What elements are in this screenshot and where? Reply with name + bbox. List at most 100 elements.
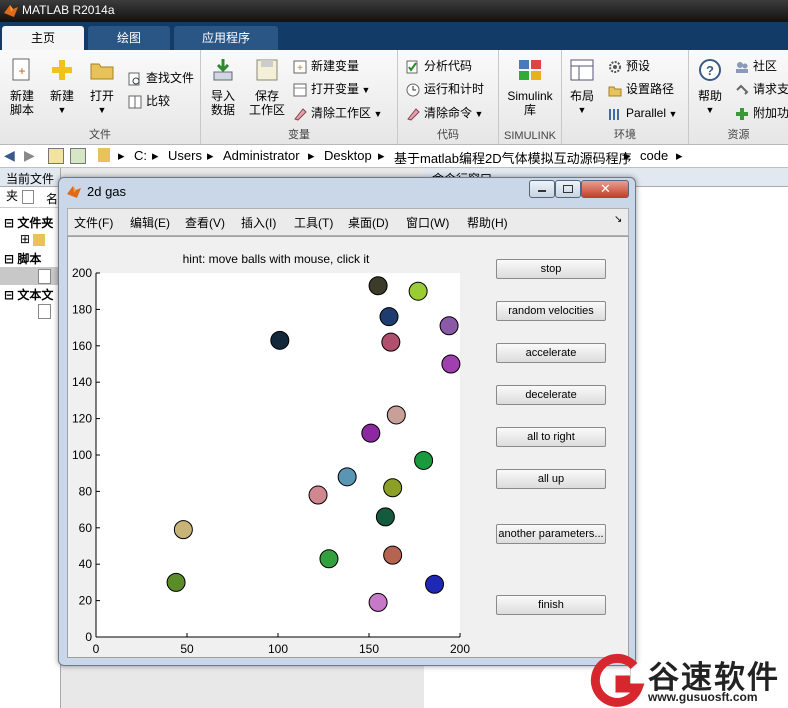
menu-edit[interactable]: 编辑(E) <box>130 214 170 231</box>
community-button[interactable]: 社区 <box>735 57 777 75</box>
menu-help[interactable]: 帮助(H) <box>467 214 508 231</box>
random-velocities-button[interactable]: random velocities <box>496 301 606 321</box>
dock-arrow-icon[interactable]: ↘ <box>614 214 622 225</box>
menu-view[interactable]: 查看(V) <box>185 214 225 231</box>
layout-icon <box>570 59 594 81</box>
simulink-library-button[interactable]: Simulink 库 <box>503 58 557 117</box>
ball-point[interactable] <box>361 423 381 443</box>
accelerate-button[interactable]: accelerate <box>496 343 606 363</box>
breadcrumb-desktop[interactable]: Desktop <box>324 148 372 163</box>
ball-point[interactable] <box>383 478 403 498</box>
analyze-code-button[interactable]: 分析代码 <box>406 57 472 75</box>
open-button[interactable]: 打开 ▼ <box>84 58 120 117</box>
preferences-button[interactable]: 预设 <box>608 57 650 75</box>
path-bar: ◀ ▶ ▸ C: ▸ Users ▸ Administrator ▸ Deskt… <box>0 145 788 168</box>
text-files-section[interactable]: ⊟ 文本文 <box>4 286 53 303</box>
menu-window[interactable]: 窗口(W) <box>406 214 449 231</box>
ball-point[interactable] <box>166 572 186 592</box>
parallel-button[interactable]: Parallel ▼ <box>608 104 677 122</box>
clear-workspace-button[interactable]: 清除工作区 ▼ <box>293 104 382 122</box>
ball-point[interactable] <box>386 405 406 425</box>
browse-folder-icon[interactable] <box>70 148 86 164</box>
open-dropdown-icon[interactable]: ▼ <box>84 103 120 117</box>
all-to-right-button[interactable]: all to right <box>496 427 606 447</box>
minimize-button[interactable] <box>529 180 555 198</box>
request-support-button[interactable]: 请求支 <box>735 80 788 98</box>
plot-title: hint: move balls with mouse, click it <box>183 252 370 266</box>
folders-section[interactable]: ⊟ 文件夹 <box>4 214 53 231</box>
scatter-plot[interactable]: hint: move balls with mouse, click it 0 5… <box>68 237 488 657</box>
ball-point[interactable] <box>408 281 428 301</box>
x-tick-label: 100 <box>268 642 288 656</box>
scripts-section[interactable]: ⊟ 脚本 <box>4 250 41 267</box>
ball-point[interactable] <box>379 307 399 327</box>
breadcrumb-c[interactable]: C: <box>134 148 147 163</box>
open-variable-dropdown-icon[interactable]: ▼ <box>359 85 371 95</box>
set-path-button[interactable]: 设置路径 <box>608 80 674 98</box>
ball-point[interactable] <box>368 276 388 296</box>
all-up-button[interactable]: all up <box>496 469 606 489</box>
finish-button[interactable]: finish <box>496 595 606 615</box>
matlab-logo-icon <box>67 186 81 198</box>
run-and-time-button[interactable]: 运行和计时 <box>406 80 484 98</box>
save-workspace-button[interactable]: 保存 工作区 <box>247 58 287 117</box>
ball-point[interactable] <box>439 316 459 336</box>
ball-point[interactable] <box>308 485 328 505</box>
menu-file[interactable]: 文件(F) <box>74 214 113 231</box>
layout-button[interactable]: 布局 ▼ <box>564 58 600 117</box>
compare-button[interactable]: 比较 <box>128 92 170 110</box>
ball-point[interactable] <box>425 574 445 594</box>
import-icon <box>213 59 233 81</box>
import-data-button[interactable]: 导入 数据 <box>205 58 241 117</box>
import-data-label: 导入 数据 <box>210 89 235 117</box>
folder-item[interactable]: ⊞ <box>20 232 46 246</box>
script-item-selected[interactable] <box>0 267 60 285</box>
new-dropdown-icon[interactable]: ▼ <box>44 103 80 117</box>
maximize-button[interactable] <box>555 180 581 198</box>
back-icon[interactable]: ◀ <box>4 147 15 164</box>
clear-commands-dropdown-icon[interactable]: ▼ <box>472 109 484 119</box>
ball-point[interactable] <box>337 467 357 487</box>
close-button[interactable]: ✕ <box>581 180 629 198</box>
ball-point[interactable] <box>414 450 434 470</box>
breadcrumb-administrator[interactable]: Administrator <box>223 148 300 163</box>
addons-button[interactable]: 附加功 <box>735 104 788 122</box>
help-dropdown-icon[interactable]: ▼ <box>693 103 727 117</box>
ball-point[interactable] <box>173 520 193 540</box>
another-parameters-button[interactable]: another parameters... <box>496 524 606 544</box>
ball-point[interactable] <box>319 549 339 569</box>
clear-commands-button[interactable]: 清除命令 ▼ <box>406 104 483 122</box>
forward-icon[interactable]: ▶ <box>24 147 35 164</box>
breadcrumb-code[interactable]: code <box>640 148 668 163</box>
tab-apps[interactable]: 应用程序 <box>174 26 278 50</box>
help-button[interactable]: ? 帮助 ▼ <box>693 58 727 117</box>
menu-tools[interactable]: 工具(T) <box>294 214 333 231</box>
tab-home[interactable]: 主页 <box>2 26 84 50</box>
breadcrumb-project[interactable]: 基于matlab编程2D气体模拟互动源码程序 <box>394 148 632 167</box>
new-button[interactable]: 新建 ▼ <box>44 58 80 117</box>
text-file-icon[interactable] <box>38 304 51 319</box>
ball-point[interactable] <box>381 332 401 352</box>
new-variable-button[interactable]: + 新建变量 <box>293 57 359 75</box>
menu-insert[interactable]: 插入(I) <box>241 214 276 231</box>
find-files-button[interactable]: 查找文件 <box>128 69 194 87</box>
ball-point[interactable] <box>383 545 403 565</box>
ball-point[interactable] <box>441 354 461 374</box>
open-variable-button[interactable]: 打开变量 ▼ <box>293 80 370 98</box>
breadcrumb-users[interactable]: Users <box>168 148 202 163</box>
layout-dropdown-icon[interactable]: ▼ <box>564 103 600 117</box>
ball-point[interactable] <box>270 330 290 350</box>
name-column-header[interactable]: 名 <box>0 187 60 208</box>
stop-button[interactable]: stop <box>496 259 606 279</box>
clear-workspace-dropdown-icon[interactable]: ▼ <box>371 109 383 119</box>
path-sep-icon: ▸ <box>207 148 214 163</box>
ball-point[interactable] <box>368 592 388 612</box>
decelerate-button[interactable]: decelerate <box>496 385 606 405</box>
new-script-button[interactable]: + 新建 脚本 <box>4 58 40 117</box>
tab-plots[interactable]: 绘图 <box>88 26 170 50</box>
parallel-dropdown-icon[interactable]: ▼ <box>666 109 678 119</box>
help-label: 帮助 <box>697 89 722 103</box>
ball-point[interactable] <box>375 507 395 527</box>
up-folder-icon[interactable] <box>48 148 64 164</box>
menu-desktop[interactable]: 桌面(D) <box>348 214 389 231</box>
